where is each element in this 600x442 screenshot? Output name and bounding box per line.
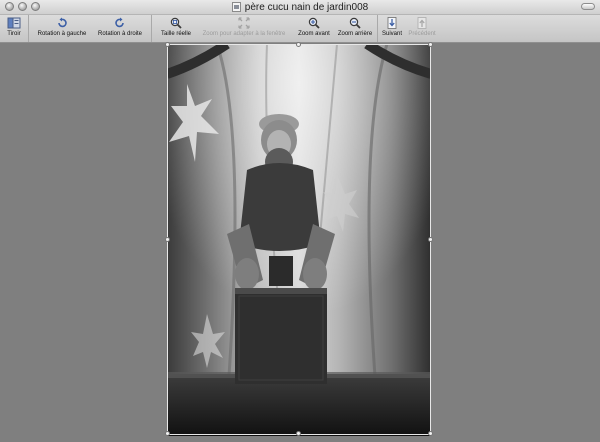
rotate-right-icon (115, 17, 124, 28)
previous-icon (417, 17, 427, 29)
image-canvas[interactable] (0, 42, 600, 442)
zoom-to-fit-label: Zoom pour adapter à la fenêtre (202, 31, 286, 37)
resize-handle-top-left[interactable] (165, 42, 170, 47)
zoom-out-icon (349, 17, 361, 29)
drawer-icon (7, 17, 21, 29)
zoom-out-button[interactable]: Zoom arrière (334, 17, 376, 41)
actual-size-label: Taille réelle (160, 31, 191, 37)
actual-size-icon (170, 17, 182, 29)
drawer-label: Tiroir (7, 31, 21, 37)
zoom-in-icon (308, 17, 320, 29)
preview-window: père cucu nain de jardin008 Tiroir Rotat… (0, 0, 600, 442)
resize-handle-bottom[interactable] (296, 431, 301, 436)
next-button[interactable]: Suivant (379, 17, 405, 41)
drawer-button[interactable]: Tiroir (2, 17, 26, 41)
next-icon (387, 17, 397, 29)
previous-button[interactable]: Précédent (405, 17, 439, 41)
rotate-left-label: Rotation à gauche (37, 31, 87, 37)
toolbar-separator (28, 15, 29, 42)
actual-size-button[interactable]: Taille réelle (156, 17, 196, 41)
resize-handle-bottom-right[interactable] (428, 431, 433, 436)
resize-handle-right[interactable] (428, 237, 433, 242)
toolbar-toggle-button[interactable] (581, 3, 595, 10)
window-title: père cucu nain de jardin008 (244, 1, 369, 13)
title-bar: père cucu nain de jardin008 (0, 0, 600, 15)
zoom-out-label: Zoom arrière (337, 31, 373, 37)
zoom-in-button[interactable]: Zoom avant (294, 17, 334, 41)
next-label: Suivant (381, 31, 402, 37)
rotate-left-icon (58, 17, 67, 28)
resize-handle-left[interactable] (165, 237, 170, 242)
toolbar-separator (151, 15, 152, 42)
rotate-right-label: Rotation à droite (97, 31, 143, 37)
toolbar: Tiroir Rotation à gauche Rotation à droi… (0, 15, 600, 43)
rotate-right-button[interactable]: Rotation à droite (92, 17, 148, 41)
title-group: père cucu nain de jardin008 (0, 0, 600, 14)
previous-label: Précédent (408, 31, 436, 37)
document-image[interactable] (167, 44, 431, 436)
zoom-to-fit-icon (238, 17, 250, 29)
zoom-to-fit-button[interactable]: Zoom pour adapter à la fenêtre (196, 17, 292, 41)
resize-handle-top-right[interactable] (428, 42, 433, 47)
toolbar-separator (377, 15, 378, 42)
resize-handle-bottom-left[interactable] (165, 431, 170, 436)
photograph (167, 44, 431, 436)
document-image-icon (231, 2, 241, 12)
rotate-left-button[interactable]: Rotation à gauche (32, 17, 92, 41)
zoom-in-label: Zoom avant (298, 31, 330, 37)
resize-handle-top[interactable] (296, 42, 301, 47)
